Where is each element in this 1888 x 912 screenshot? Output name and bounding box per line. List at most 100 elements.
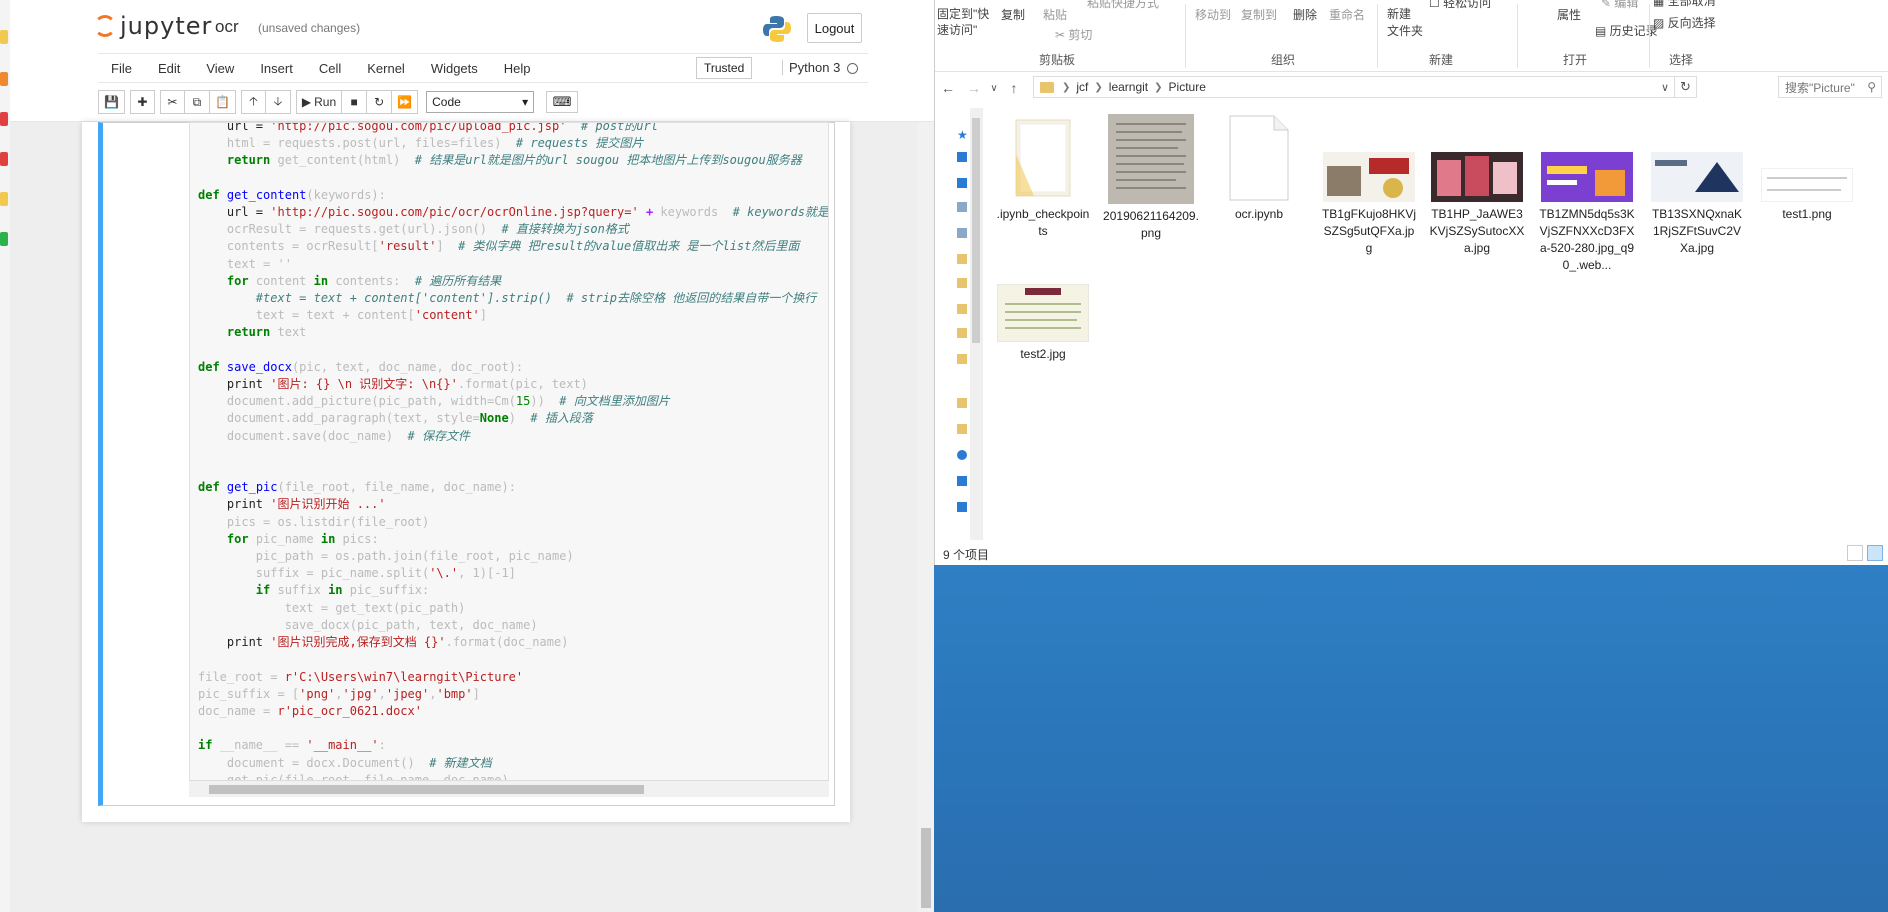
blank-file-icon	[1226, 114, 1292, 202]
strip-app-icon[interactable]	[0, 152, 8, 166]
navpane-scrollbar[interactable]	[970, 108, 982, 540]
menu-kernel[interactable]: Kernel	[354, 61, 418, 76]
file-item[interactable]: .ipynb_checkpoints	[995, 114, 1091, 240]
copy-button[interactable]: 复制	[1001, 6, 1025, 23]
strip-app-icon[interactable]	[0, 30, 8, 44]
insert-cell-icon[interactable]: ✚	[129, 90, 155, 114]
folder-icon[interactable]	[957, 328, 967, 338]
cut-button[interactable]: ✂ 剪切	[1055, 26, 1092, 43]
breadcrumb-jcf[interactable]: jcf	[1076, 80, 1088, 94]
cell-type-select[interactable]: Code ▾	[426, 91, 535, 113]
folder-icon[interactable]	[957, 424, 967, 434]
file-item[interactable]: test2.jpg	[995, 284, 1091, 363]
menu-widgets[interactable]: Widgets	[418, 61, 491, 76]
move-up-icon[interactable]: 🡡	[240, 90, 266, 114]
code-editor[interactable]: url = 'http://pic.sogou.com/pic/upload_p…	[189, 122, 829, 782]
pin-quick-access-button[interactable]: 固定到"快速访问"	[937, 6, 997, 38]
copy-icon[interactable]: ⧉	[184, 90, 210, 114]
file-name: TB1ZMN5dq5s3KVjSZFNXXcD3FXa-520-280.jpg_…	[1539, 207, 1635, 272]
properties-button[interactable]: 属性	[1557, 6, 1581, 23]
up-arrow-icon[interactable]: ↑	[1001, 80, 1027, 96]
menu-edit[interactable]: Edit	[145, 61, 193, 76]
breadcrumb-learngit[interactable]: learngit	[1109, 80, 1148, 94]
jupyter-logo[interactable]: jupyter	[94, 12, 212, 40]
file-name: TB1gFKujo8HKVjSZSg5utQFXa.jpg	[1321, 207, 1417, 255]
group-select: 选择	[1669, 53, 1694, 67]
refresh-icon[interactable]: ↻	[1675, 76, 1697, 98]
pictures-folder-icon[interactable]	[957, 228, 967, 238]
run-button[interactable]: ▶​ Run	[295, 90, 343, 114]
folder-icon[interactable]	[957, 304, 967, 314]
file-item[interactable]: TB1HP_JaAWE3KVjSZSySutocXXa.jpg	[1429, 114, 1525, 257]
folder-icon[interactable]	[957, 398, 967, 408]
page-vertical-scrollbar[interactable]	[918, 122, 934, 912]
large-icons-view-icon[interactable]	[1867, 545, 1883, 561]
file-item[interactable]: test1.png	[1759, 114, 1855, 223]
rename-button[interactable]: 重命名	[1329, 6, 1365, 23]
item-count: 9 个项目	[943, 547, 990, 562]
logout-button[interactable]: Logout	[807, 13, 862, 43]
file-item[interactable]: 20190621164209.png	[1103, 114, 1199, 242]
file-name: TB1HP_JaAWE3KVjSZSySutocXXa.jpg	[1429, 207, 1525, 255]
forward-arrow-icon[interactable]: →	[961, 80, 987, 96]
stop-icon[interactable]: ■	[342, 90, 368, 114]
select-none-button[interactable]: ▦ 全部取消	[1653, 0, 1716, 9]
move-to-button[interactable]: 移动到	[1195, 6, 1231, 23]
save-icon[interactable]: 💾	[98, 90, 125, 114]
run-label: Run	[314, 95, 337, 109]
strip-app-icon[interactable]	[0, 192, 8, 206]
scrollbar-thumb[interactable]	[921, 828, 931, 908]
menu-insert[interactable]: Insert	[247, 61, 306, 76]
file-item[interactable]: TB13SXNQxnaK1RjSZFtSuvC2VXa.jpg	[1649, 114, 1745, 257]
quick-access-star-icon[interactable]: ★	[957, 128, 968, 142]
file-name: test1.png	[1782, 207, 1832, 221]
network-icon[interactable]	[957, 502, 967, 512]
scrollbar-thumb[interactable]	[209, 785, 644, 794]
keyboard-icon[interactable]: ⌨	[546, 91, 579, 113]
folder-icon[interactable]	[957, 354, 967, 364]
code-horizontal-scrollbar[interactable]	[189, 780, 829, 797]
delete-button[interactable]: 删除	[1293, 6, 1317, 23]
trusted-indicator[interactable]: Trusted	[696, 57, 753, 79]
fast-forward-icon[interactable]: ⏩	[392, 90, 419, 114]
scrollbar-thumb[interactable]	[972, 118, 980, 343]
jupyter-header: jupyter ocr (unsaved changes) Logout Fil…	[10, 0, 934, 122]
invert-selection-button[interactable]: ▨ 反向选择	[1653, 14, 1716, 31]
strip-app-icon[interactable]	[0, 112, 8, 126]
paste-shortcut-button[interactable]: 粘贴快捷方式	[1087, 0, 1159, 11]
scissors-icon: ✂	[1055, 28, 1069, 42]
details-view-icon[interactable]	[1847, 545, 1863, 561]
easy-access-button[interactable]: ☐ 轻松访问	[1429, 0, 1491, 11]
file-item[interactable]: TB1gFKujo8HKVjSZSg5utQFXa.jpg	[1321, 114, 1417, 257]
menu-view[interactable]: View	[193, 61, 247, 76]
back-arrow-icon[interactable]: ←	[935, 80, 961, 96]
downloads-folder-icon[interactable]	[957, 178, 967, 188]
address-bar[interactable]: ❯ jcf ❯ learngit ❯ Picture ∨	[1033, 76, 1675, 98]
documents-folder-icon[interactable]	[957, 202, 967, 212]
strip-app-icon[interactable]	[0, 72, 8, 86]
copy-to-button[interactable]: 复制到	[1241, 6, 1277, 23]
desktop-folder-icon[interactable]	[957, 152, 967, 162]
breadcrumb-picture[interactable]: Picture	[1169, 80, 1206, 94]
notebook-name[interactable]: ocr	[215, 17, 239, 37]
cut-icon[interactable]: ✂	[159, 90, 185, 114]
restart-icon[interactable]: ↻	[367, 90, 393, 114]
address-dropdown-icon[interactable]: ∨	[1661, 81, 1669, 94]
strip-app-icon[interactable]	[0, 232, 8, 246]
onedrive-icon[interactable]	[957, 450, 967, 460]
file-item[interactable]: TB1ZMN5dq5s3KVjSZFNXXcD3FXa-520-280.jpg_…	[1539, 114, 1635, 274]
file-item[interactable]: ocr.ipynb	[1211, 114, 1307, 223]
paste-button[interactable]: 粘贴	[1043, 6, 1067, 23]
menu-file[interactable]: File	[98, 61, 145, 76]
menu-help[interactable]: Help	[491, 61, 544, 76]
search-input[interactable]: 搜索"Picture" ⚲	[1778, 76, 1882, 98]
recent-chevron-icon[interactable]: ∨	[987, 83, 1001, 94]
edit-button[interactable]: ✎ 编辑	[1601, 0, 1638, 11]
folder-icon[interactable]	[957, 278, 967, 288]
move-down-icon[interactable]: 🡣	[265, 90, 291, 114]
new-folder-button[interactable]: 新建 文件夹	[1387, 6, 1423, 40]
paste-icon[interactable]: 📋	[209, 90, 236, 114]
folder-icon[interactable]	[957, 254, 967, 264]
this-pc-icon[interactable]	[957, 476, 967, 486]
menu-cell[interactable]: Cell	[306, 61, 354, 76]
